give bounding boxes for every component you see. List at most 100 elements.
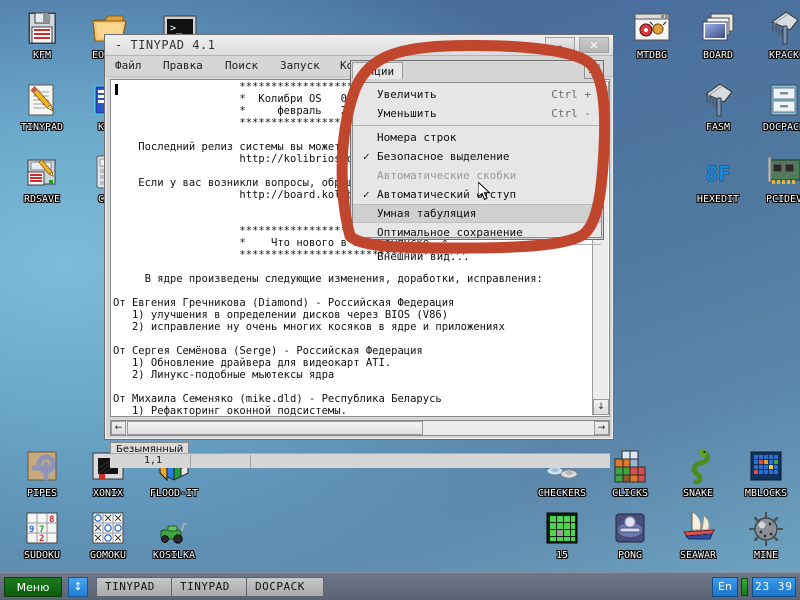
menu-item-label: Уменьшить: [377, 107, 437, 120]
taskbar-task-2[interactable]: DOCPACK: [246, 577, 324, 597]
desktop-icon-label: RDSAVE: [10, 194, 74, 205]
desktop-icon-mblocks[interactable]: MBLOCKS: [734, 446, 798, 499]
menu-item-3[interactable]: Номера строк: [353, 128, 601, 147]
menu-item-label: Автоматический отступ: [377, 188, 516, 201]
desktop-icon-label: BOARD: [686, 50, 750, 61]
tictactoe-icon: [88, 508, 128, 548]
desktop-icon-seawar[interactable]: SEAWAR: [666, 508, 730, 561]
desktop-icon-pong[interactable]: PONG: [598, 508, 662, 561]
desktop-icon-15[interactable]: 15: [530, 508, 594, 561]
desktop-icon-pcidev[interactable]: PCIDEV: [752, 152, 800, 205]
horizontal-scroll-thumb[interactable]: [127, 421, 423, 435]
cursor-position-indicator: 1,1: [144, 455, 162, 466]
taskbar[interactable]: Меню ↕ TINYPADTINYPADDOCPACK En 23 39: [0, 572, 800, 600]
desktop-icon-label: KOSILKA: [142, 550, 206, 561]
taskbar-task-0[interactable]: TINYPAD: [96, 577, 174, 597]
desktop-icon-snake[interactable]: SNAKE: [666, 446, 730, 499]
desktop-icon-fasm[interactable]: FASM: [686, 80, 750, 133]
menu-item-label: Увеличить: [377, 88, 437, 101]
options-menu-items: Увеличить Ctrl +УменьшитьCtrl - Номера стр…: [352, 82, 602, 238]
svg-text:8: 8: [49, 515, 54, 525]
menu-item-0[interactable]: Увеличить Ctrl +: [353, 85, 601, 104]
check-icon: ✓: [363, 147, 370, 166]
desktop-icon-kosilka[interactable]: KOSILKA: [142, 508, 206, 561]
status-separator: [250, 455, 251, 468]
desktop-icon-label: GOMOKU: [76, 550, 140, 561]
menu-item-accelerator: Ctrl +: [551, 85, 591, 104]
desktop-icon-label: XONIX: [76, 488, 140, 499]
sailing-ship-icon: [678, 508, 718, 548]
desktop-icon-label: MTDBG: [620, 50, 684, 61]
mblocks-grid-icon: [746, 446, 786, 486]
desktop-icon-label: FASM: [686, 122, 750, 133]
lawnmower-icon: [154, 508, 194, 548]
desktop-icon-label: CHECKERS: [530, 488, 594, 499]
mouse-cursor: [478, 182, 492, 202]
desktop-icon-label: KFM: [10, 50, 74, 61]
menu-item-label: Безопасное выделение: [377, 150, 509, 163]
desktop-icon-label: TINYPAD: [10, 122, 74, 133]
tinypad-title: - TINYPAD 4.1: [115, 38, 215, 52]
options-menu-close-icon[interactable]: ✕: [584, 64, 600, 79]
debugger-bug-icon: [632, 8, 672, 48]
language-indicator[interactable]: En: [712, 577, 738, 597]
desktop-icon-gomoku[interactable]: GOMOKU: [76, 508, 140, 561]
menubar-item-1[interactable]: Правка: [163, 59, 203, 72]
desktop-icon-label: PCIDEV: [752, 194, 800, 205]
desktop-icon-label: 15: [530, 550, 594, 561]
mine-bomb-icon: [746, 508, 786, 548]
start-menu-button[interactable]: Меню: [4, 577, 62, 597]
horizontal-scrollbar[interactable]: ← →: [110, 420, 610, 436]
menu-item-1[interactable]: УменьшитьCtrl -: [353, 104, 601, 123]
menu-item-label: Внешний вид...: [377, 250, 470, 263]
close-button[interactable]: ✕: [579, 37, 609, 53]
desktop-icon-kfm[interactable]: KFM: [10, 8, 74, 61]
desktop-icon-sudoku[interactable]: 8972SUDOKU: [10, 508, 74, 561]
desktop-icon-tinypad[interactable]: TINYPAD: [10, 80, 74, 133]
menu-item-4[interactable]: ✓ Безопасное выделение: [353, 147, 601, 166]
cabinet-icon: [764, 80, 800, 120]
desktop-icon-board[interactable]: BOARD: [686, 8, 750, 61]
desktop-icon-mtdbg[interactable]: MTDBG: [620, 8, 684, 61]
snake-icon: [678, 446, 718, 486]
desktop-icon-label: PONG: [598, 550, 662, 561]
taskbar-toggle-button[interactable]: ↕: [68, 577, 88, 597]
scroll-down-button[interactable]: ↓: [593, 399, 609, 415]
desktop-icon-kpack[interactable]: KPACK: [752, 8, 800, 61]
desktop-icon-rdsave[interactable]: RDSAVE: [10, 152, 74, 205]
menu-item-label: Автоматические скобки: [377, 169, 516, 182]
pipes-icon: [22, 446, 62, 486]
menubar-item-2[interactable]: Поиск: [225, 59, 258, 72]
options-menu-window[interactable]: Опции ✕ УвеличитьCtrl +УменьшитьCtrl -Но…: [350, 60, 604, 240]
desktop-icon-hexedit[interactable]: 8FHEXEDIT: [686, 152, 750, 205]
minimize-button[interactable]: –: [545, 37, 575, 53]
scroll-right-button[interactable]: →: [594, 421, 609, 435]
scroll-left-button[interactable]: ←: [111, 421, 126, 435]
menu-item-label: Умная табуляция: [377, 207, 476, 220]
menu-item-6[interactable]: ✓Автоматический отступ: [353, 185, 601, 204]
document-tabbar[interactable]: Безымянный: [110, 437, 610, 453]
hammer-icon: [764, 8, 800, 48]
desktop-icon-pipes[interactable]: PIPES: [10, 446, 74, 499]
menubar-item-0[interactable]: Файл: [115, 59, 142, 72]
desktop-icon-docpack[interactable]: DOCPACK: [752, 80, 800, 133]
menu-item-10[interactable]: Внешний вид...: [353, 247, 601, 266]
menu-item-7[interactable]: Умная табуляция: [353, 204, 601, 223]
taskbar-task-1[interactable]: TINYPAD: [171, 577, 249, 597]
notepad-pencil-icon: [22, 80, 62, 120]
desktop-icon-mine[interactable]: MINE: [734, 508, 798, 561]
menu-item-8[interactable]: Оптимальное сохранение: [353, 223, 601, 242]
tetris-blocks-icon: [610, 446, 650, 486]
status-separator: [190, 455, 191, 468]
desktop-icon-label: KPACK: [752, 50, 800, 61]
activity-led-icon: [741, 578, 748, 596]
tinypad-titlebar[interactable]: - TINYPAD 4.1 – ✕: [105, 35, 613, 56]
desktop-icon-label: PIPES: [10, 488, 74, 499]
menu-item-label: Оптимальное сохранение: [377, 226, 523, 239]
desktop-icon-label: SNAKE: [666, 488, 730, 499]
clock[interactable]: 23 39: [752, 577, 796, 597]
screen: KFMEOLITETINYPADKFARRDSAVECALC >_ MTDBGB…: [0, 0, 800, 600]
desktop-icon-label: FLOOD-IT: [142, 488, 206, 499]
menubar-item-3[interactable]: Запуск: [280, 59, 320, 72]
floppy-disk-icon: [22, 8, 62, 48]
